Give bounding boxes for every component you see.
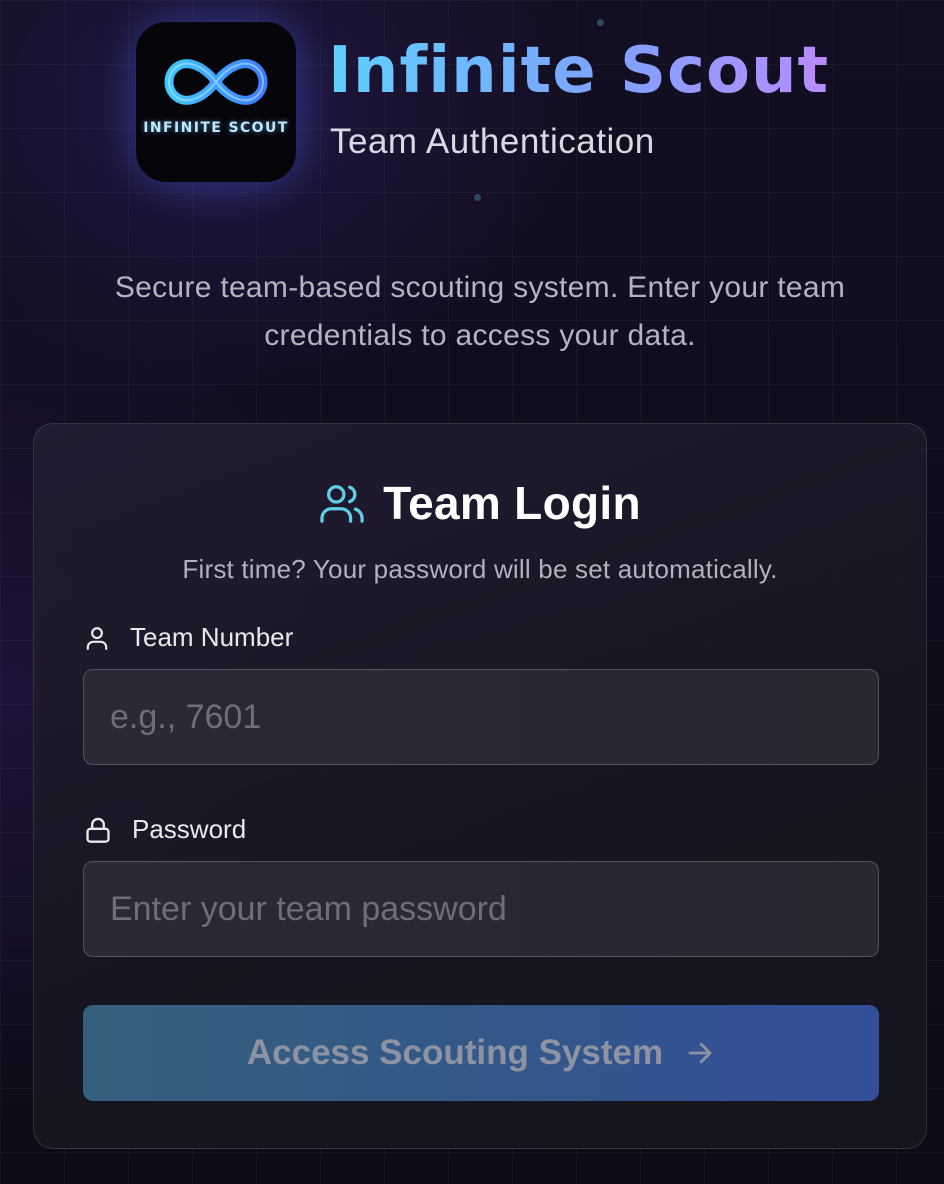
submit-button-label: Access Scouting System — [246, 1033, 664, 1072]
tagline: Secure team-based scouting system. Enter… — [114, 271, 846, 352]
logo-text: INFINITE SCOUT — [143, 120, 289, 136]
arrow-right-icon — [688, 1042, 712, 1064]
password-input[interactable] — [83, 861, 879, 957]
lock-icon — [86, 817, 110, 843]
password-label-text: Password — [132, 814, 247, 844]
team-number-input[interactable] — [83, 669, 879, 765]
user-icon — [86, 626, 108, 650]
password-label: Password — [84, 814, 246, 845]
card-title: Team Login — [383, 477, 641, 529]
card-header: Team Login — [34, 476, 926, 530]
team-number-label: Team Number — [84, 622, 293, 653]
team-number-label-text: Team Number — [130, 622, 294, 652]
app-subtitle: Team Authentication — [330, 122, 655, 161]
decorative-dot — [474, 194, 481, 201]
card-subtitle: First time? Your password will be set au… — [182, 554, 778, 584]
app-title: Infinite Scout — [328, 34, 830, 108]
infinity-icon — [164, 59, 268, 105]
decorative-dot — [597, 19, 604, 26]
login-card: Team Login First time? Your password wil… — [33, 423, 927, 1149]
users-icon — [320, 485, 364, 523]
access-scouting-system-button[interactable]: Access Scouting System — [83, 1005, 879, 1101]
app-logo: INFINITE SCOUT — [136, 22, 296, 182]
